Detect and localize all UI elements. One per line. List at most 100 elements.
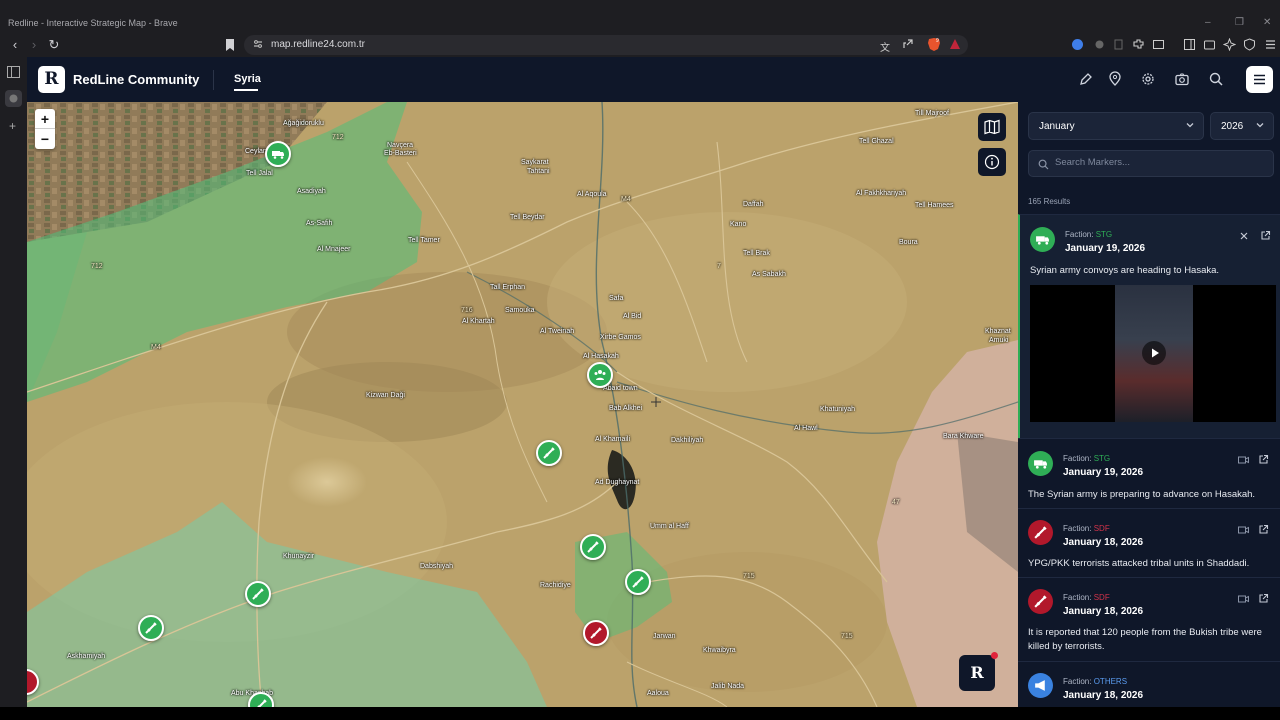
bookmark-icon[interactable] [224,38,238,52]
strategic-map[interactable]: Ağağidoruklu Ceylan Tell Jalal Asadiyah … [27,102,1018,707]
search-icon[interactable] [1208,71,1224,87]
forward-icon[interactable]: › [26,37,42,53]
extensions-puzzle-icon[interactable] [1132,38,1146,52]
road-label: 47 [892,499,900,506]
external-link-icon[interactable] [1260,230,1272,242]
external-link-icon[interactable] [1258,593,1270,605]
map-label: Al Aqoula [577,191,607,198]
map-label: Kano [730,221,747,228]
vpn-shield-icon[interactable] [1243,38,1257,52]
faction-name: STG [1093,454,1111,463]
brave-rewards-icon[interactable] [949,38,961,50]
tab-syria[interactable]: Syria [234,73,261,85]
map-label: Tall Erphan [490,284,526,291]
map-marker-clash[interactable] [138,615,164,641]
active-tab-underline [234,89,258,91]
zoom-in-button[interactable]: + [35,109,55,129]
extension-icon-stack[interactable] [1112,38,1126,52]
minimize-icon[interactable]: – [1205,17,1211,28]
screenshot-icon[interactable] [1152,38,1166,52]
map-label: Askhamiyah [67,653,106,660]
year-select[interactable]: 2026 [1210,112,1274,140]
event-date: January 18, 2026 [1063,606,1144,617]
faction-name: STG [1095,230,1113,239]
map-label: Asadiyah [297,188,326,195]
map-label: Kizwan Daği [366,392,405,399]
event-card[interactable]: Faction: STG January 19, 2026 Syrian arm… [1018,214,1280,438]
road-label: 715 [841,633,853,640]
map-label: Al Khartah [462,318,495,325]
event-card[interactable]: Faction: SDF January 18, 2026 YPG/PKK te… [1018,508,1280,577]
map-label: Bara Khware [943,433,984,440]
settings-icon[interactable] [1140,71,1156,87]
extension-icon-blue[interactable] [1071,38,1085,52]
external-link-icon[interactable] [1258,454,1270,466]
map-label: Tell Brak [743,250,770,257]
sidebar-toggle-icon[interactable] [1183,38,1197,52]
event-text: YPG/PKK terrorists attacked tribal units… [1028,558,1250,569]
sidebar-tab-favicon[interactable] [5,90,22,107]
browser-menu-icon[interactable] [1264,38,1278,52]
map-label: Al Tweinah [540,328,575,335]
map-label: Eb-Basteri [384,150,417,157]
event-faction: Faction: SDF [1063,524,1110,533]
reload-icon[interactable]: ↻ [46,37,62,53]
map-marker-sdf-attack[interactable] [583,620,609,646]
event-card[interactable]: Faction: STG January 19, 2026 The Syrian… [1018,438,1280,508]
translate-icon[interactable]: 文 [880,39,890,54]
location-pin-icon[interactable] [1107,71,1123,87]
wallet-icon[interactable] [1203,38,1217,52]
event-date: January 18, 2026 [1063,537,1144,548]
extension-icon-grey[interactable] [1093,38,1107,52]
rifle-icon [1028,589,1053,614]
camera-icon[interactable] [1174,71,1190,87]
pen-icon[interactable] [1078,71,1094,87]
map-marker-clash[interactable] [580,534,606,560]
add-sidebar-icon[interactable]: + [9,119,16,133]
video-icon[interactable] [1238,455,1250,467]
map-marker-clash[interactable] [625,569,651,595]
video-icon[interactable] [1238,525,1250,537]
video-icon[interactable] [1238,594,1250,606]
map-layers-button[interactable] [978,113,1006,141]
truck-icon [1030,227,1055,252]
map-marker-clash[interactable] [536,440,562,466]
month-select[interactable]: January [1028,112,1204,140]
event-card[interactable]: Faction: OTHERS January 18, 2026 [1018,661,1280,707]
back-icon[interactable]: ‹ [7,37,23,53]
search-input[interactable] [1055,157,1265,168]
site-info-icon[interactable] [253,39,263,49]
map-marker-clash[interactable] [245,581,271,607]
map-marker-convoy[interactable] [265,141,291,167]
map-label: Saykarat [521,159,549,166]
close-icon[interactable] [1239,231,1251,243]
address-bar[interactable]: map.redline24.com.tr 文 9 [244,35,968,55]
app-logo[interactable]: R [38,66,65,93]
rifle-icon [1028,520,1053,545]
event-date: January 19, 2026 [1065,243,1146,254]
brave-shields-icon[interactable]: 9 [927,37,941,52]
app-header: R RedLine Community Syria [27,57,1280,102]
map-label: Al Hawl [794,425,818,432]
redline-chat-button[interactable]: R [959,655,995,691]
external-link-icon[interactable] [1258,524,1270,536]
map-icon [984,119,1000,135]
play-icon[interactable] [1142,341,1166,365]
zoom-out-button[interactable]: − [35,129,55,149]
map-label: Ad Dughaynat [595,479,640,486]
restore-icon[interactable]: ❐ [1235,17,1244,28]
event-card[interactable]: Faction: SDF January 18, 2026 It is repo… [1018,577,1280,661]
map-info-button[interactable] [978,148,1006,176]
map-marker-people[interactable] [587,362,613,388]
leo-ai-icon[interactable] [1223,38,1237,52]
event-video[interactable] [1030,285,1276,422]
menu-button[interactable] [1246,66,1273,93]
event-faction: Faction: STG [1065,230,1113,239]
map-label: Abaid town [603,385,638,392]
close-window-icon[interactable]: ✕ [1263,17,1271,28]
road-label: 7 [717,263,721,270]
panel-toggle-icon[interactable] [7,66,20,78]
share-icon[interactable] [902,38,914,50]
events-panel: January 2026 165 Results Faction: STG Ja… [1018,102,1280,707]
app-name: RedLine Community [73,72,200,87]
